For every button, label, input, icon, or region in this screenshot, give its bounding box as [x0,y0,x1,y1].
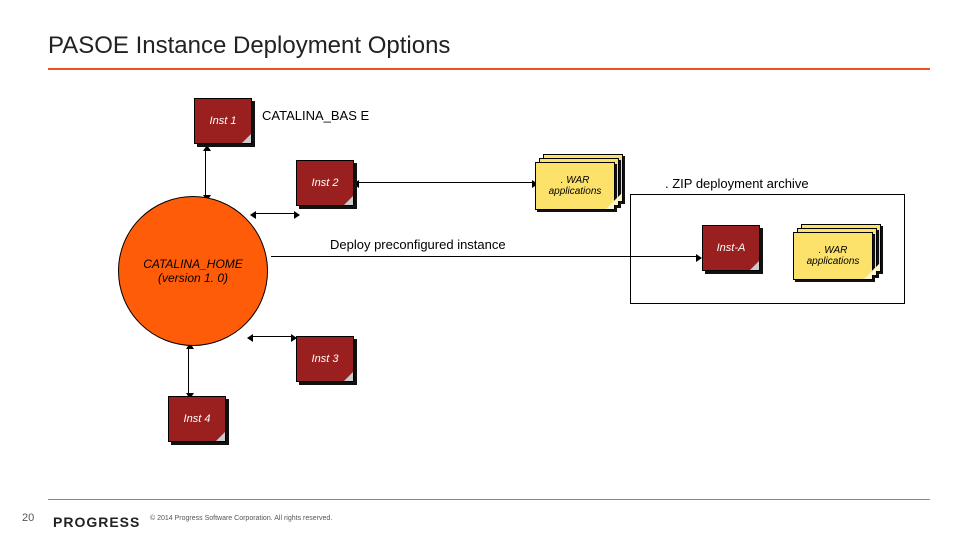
circle-line1: CATALINA_HOME [143,257,243,271]
note-inst2-label: Inst 2 [312,177,339,189]
war-stack-left: . WAR applications [535,154,623,210]
war-label-left: . WAR applications [536,175,614,197]
note-inst3: Inst 3 [296,336,354,382]
brand-logo: PROGRESS [53,514,140,530]
slide-title: PASOE Instance Deployment Options [48,32,450,60]
deploy-label: Deploy preconfigured instance [330,237,506,252]
catalina-home-circle: CATALINA_HOME (version 1. 0) [118,196,268,346]
connector-inst2 [255,213,295,214]
note-inst3-label: Inst 3 [312,353,339,365]
note-inst1: Inst 1 [194,98,252,144]
footer-line [48,499,930,500]
war-label-right: . WAR applications [794,245,872,267]
connector-inst4 [188,348,189,394]
note-inst1-label: Inst 1 [210,115,237,127]
catalina-base-label: CATALINA_BAS E [262,108,382,123]
zip-label: . ZIP deployment archive [665,176,809,191]
connector-war-left [358,182,533,183]
title-underline [48,68,930,70]
note-inst4-label: Inst 4 [184,413,211,425]
note-instA: Inst-A [702,225,760,271]
page-number: 20 [22,512,34,524]
connector-inst3 [252,336,292,337]
note-inst2: Inst 2 [296,160,354,206]
note-inst4: Inst 4 [168,396,226,442]
copyright-text: © 2014 Progress Software Corporation. Al… [150,515,332,522]
war-stack-right: . WAR applications [793,224,881,280]
connector-inst1 [205,150,206,196]
war-card-front-r: . WAR applications [793,232,873,280]
note-instA-label: Inst-A [717,242,746,254]
circle-line2: (version 1. 0) [158,271,228,285]
war-card-front: . WAR applications [535,162,615,210]
diagram-canvas: CATALINA_HOME (version 1. 0) Inst 1 CATA… [0,78,960,460]
connector-deploy [271,256,697,257]
